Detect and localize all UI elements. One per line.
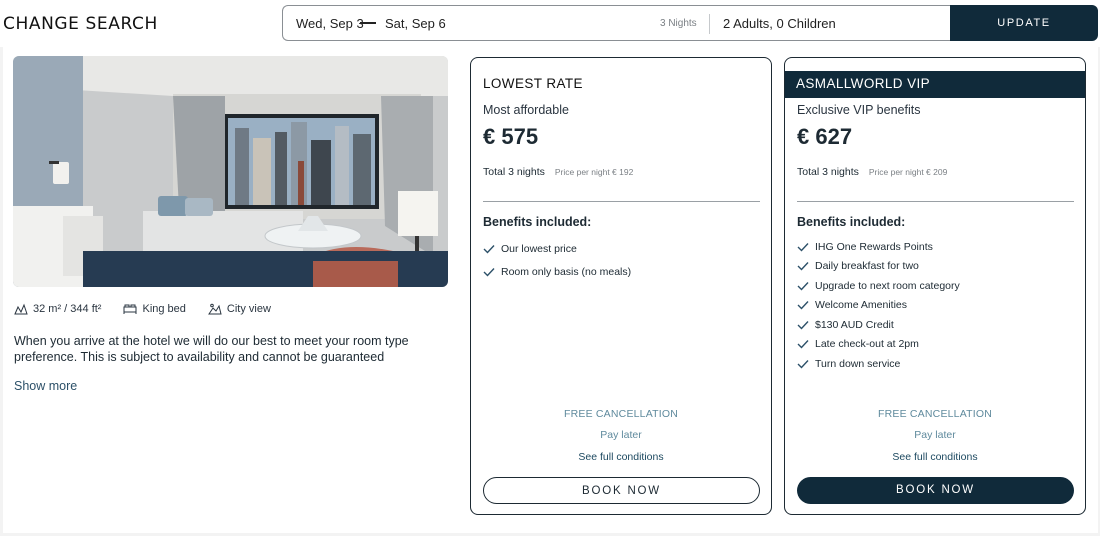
rate-total-row: Total 3 nights Price per night € 192 <box>483 166 633 178</box>
check-out-date[interactable]: Sat, Sep 6 <box>385 16 446 31</box>
check-icon <box>797 242 809 252</box>
pay-later-label: Pay later <box>914 429 956 441</box>
benefit-item: Turn down service <box>797 354 960 374</box>
rate-card-vip[interactable]: ASMALLWORLD VIP Exclusive VIP benefits €… <box>784 57 1086 515</box>
total-nights: Total 3 nights <box>483 166 545 178</box>
benefit-item: $130 AUD Credit <box>797 315 960 335</box>
benefits-list: IHG One Rewards Points Daily breakfast f… <box>797 237 960 374</box>
see-conditions-link[interactable]: See full conditions <box>785 451 1085 463</box>
check-icon <box>797 301 809 310</box>
benefit-label: $130 AUD Credit <box>815 318 894 331</box>
pay-later-label: Pay later <box>600 429 642 441</box>
benefits-heading: Benefits included: <box>483 215 592 229</box>
benefit-label: Daily breakfast for two <box>815 260 919 273</box>
card-divider <box>797 201 1074 202</box>
check-icon <box>797 359 809 369</box>
search-summary[interactable]: Wed, Sep 3 Sat, Sep 6 3 Nights 2 Adults,… <box>282 5 950 41</box>
book-now-button[interactable]: BOOK NOW <box>797 477 1074 504</box>
benefit-item: Upgrade to next room category <box>797 276 960 296</box>
check-icon <box>797 262 809 271</box>
check-icon <box>797 340 809 349</box>
benefit-label: IHG One Rewards Points <box>815 240 933 253</box>
benefit-label: Late check-out at 2pm <box>815 338 919 351</box>
room-photo[interactable] <box>13 56 448 287</box>
benefits-list: Our lowest price Room only basis (no mea… <box>483 237 631 284</box>
benefit-label: Welcome Amenities <box>815 299 908 312</box>
check-icon <box>483 268 495 277</box>
book-now-button[interactable]: BOOK NOW <box>483 477 760 504</box>
feature-view: City view <box>207 303 271 315</box>
check-icon <box>797 281 809 291</box>
check-in-date[interactable]: Wed, Sep 3 <box>296 16 364 31</box>
area-icon <box>14 303 28 315</box>
guests-selector[interactable]: 2 Adults, 0 Children <box>723 16 836 31</box>
date-range-dash <box>360 22 376 24</box>
update-button[interactable]: UPDATE <box>950 5 1098 41</box>
benefit-label: Room only basis (no meals) <box>501 266 632 279</box>
search-divider <box>709 14 710 34</box>
price-per-night: Price per night € 192 <box>554 167 634 177</box>
top-bar: CHANGE SEARCH Wed, Sep 3 Sat, Sep 6 3 Ni… <box>0 0 1100 47</box>
benefit-label: Our lowest price <box>501 242 577 255</box>
rate-total-row: Total 3 nights Price per night € 209 <box>797 166 947 178</box>
benefit-item: Room only basis (no meals) <box>483 261 631 285</box>
bed-icon <box>123 304 137 314</box>
card-divider <box>483 201 760 202</box>
rate-card-lowest[interactable]: LOWEST RATE Most affordable € 575 Total … <box>470 57 772 515</box>
vip-header: ASMALLWORLD VIP <box>785 71 1085 98</box>
total-nights: Total 3 nights <box>797 166 859 178</box>
room-description: When you arrive at the hotel we will do … <box>14 334 409 364</box>
rate-price: € 627 <box>797 124 853 149</box>
feature-bed: King bed <box>123 303 186 315</box>
free-cancellation-label: FREE CANCELLATION <box>563 408 679 420</box>
benefit-label: Upgrade to next room category <box>815 279 960 292</box>
feature-area-label: 32 m² / 344 ft² <box>33 303 102 315</box>
benefit-item: Our lowest price <box>483 237 631 261</box>
benefit-item: IHG One Rewards Points <box>797 237 960 257</box>
feature-area: 32 m² / 344 ft² <box>14 303 101 315</box>
price-per-night: Price per night € 209 <box>868 167 948 177</box>
benefit-label: Turn down service <box>815 357 901 370</box>
benefit-item: Welcome Amenities <box>797 296 960 316</box>
feature-view-label: City view <box>226 303 271 315</box>
room-features: 32 m² / 344 ft² King bed City view <box>14 303 271 315</box>
city-view-icon <box>207 303 222 315</box>
rate-subtitle: Exclusive VIP benefits <box>797 103 921 117</box>
benefit-item: Late check-out at 2pm <box>797 335 960 355</box>
show-more-link[interactable]: Show more <box>14 379 77 393</box>
rate-subtitle: Most affordable <box>483 103 569 117</box>
rate-title: ASMALLWORLD VIP <box>796 76 931 91</box>
feature-bed-label: King bed <box>142 303 186 315</box>
benefits-heading: Benefits included: <box>797 215 906 229</box>
rate-price: € 575 <box>483 124 539 149</box>
rate-title: LOWEST RATE <box>483 76 583 91</box>
check-icon <box>483 244 495 254</box>
nights-count: 3 Nights <box>660 18 697 29</box>
change-search-title[interactable]: CHANGE SEARCH <box>3 14 158 34</box>
free-cancellation-label: FREE CANCELLATION <box>877 408 993 420</box>
benefit-item: Daily breakfast for two <box>797 257 960 277</box>
see-conditions-link[interactable]: See full conditions <box>471 451 771 463</box>
check-icon <box>797 320 809 330</box>
